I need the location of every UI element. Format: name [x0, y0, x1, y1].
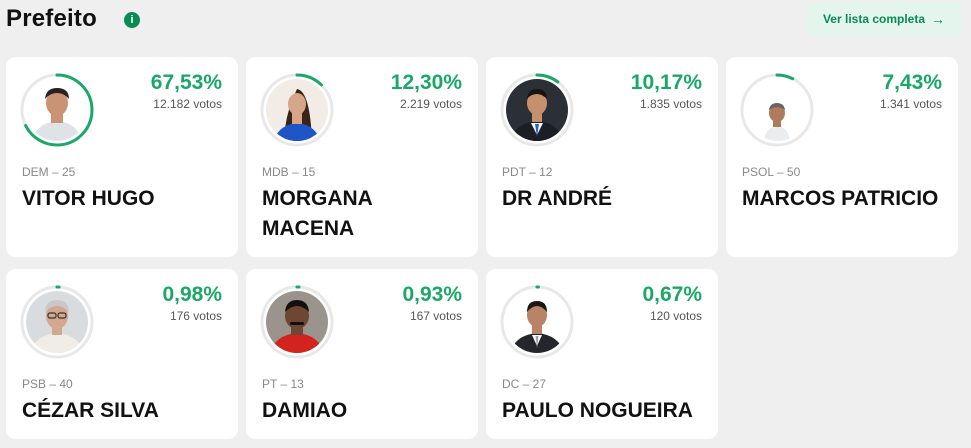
vote-percentage: 12,30%: [390, 71, 462, 94]
candidate-grid: 67,53% 12.182 votos DEM – 25 VITOR HUGO …: [6, 57, 958, 439]
candidate-photo: [506, 79, 568, 141]
candidate-photo: [746, 79, 808, 141]
vote-percentage: 10,17%: [630, 71, 702, 94]
info-icon[interactable]: i: [124, 12, 140, 28]
party-number: MDB – 15: [262, 165, 316, 179]
view-full-list-label: Ver lista completa: [822, 12, 926, 26]
candidate-photo: [506, 291, 568, 353]
vote-share-ring: [19, 72, 95, 148]
candidate-photo: [266, 291, 328, 353]
vote-percentage: 0,93%: [402, 283, 462, 306]
vote-share-ring: [739, 72, 815, 148]
vote-count: 1.341 votos: [879, 97, 942, 111]
candidate-card[interactable]: 10,17% 1.835 votos PDT – 12 DR ANDRÉ: [486, 57, 718, 257]
party-number: PDT – 12: [502, 165, 553, 179]
candidate-card[interactable]: 0,93% 167 votos PT – 13 DAMIAO: [246, 269, 478, 439]
candidate-card[interactable]: 67,53% 12.182 votos DEM – 25 VITOR HUGO: [6, 57, 238, 257]
page-title: Prefeito: [6, 5, 97, 32]
candidate-name: VITOR HUGO: [22, 187, 155, 210]
vote-share-ring: [259, 284, 335, 360]
vote-share-ring: [499, 284, 575, 360]
candidate-card[interactable]: 0,67% 120 votos DC – 27 PAULO NOGUEIRA: [486, 269, 718, 439]
vote-count: 167 votos: [409, 309, 462, 323]
candidate-card[interactable]: 0,98% 176 votos PSB – 40 CÉZAR SILVA: [6, 269, 238, 439]
vote-count: 1.835 votos: [639, 97, 702, 111]
candidate-name: MORGANA MACENA: [262, 187, 373, 240]
vote-percentage: 0,67%: [642, 283, 702, 306]
vote-count: 120 votos: [649, 309, 702, 323]
candidate-card[interactable]: 7,43% 1.341 votos PSOL – 50 MARCOS PATRI…: [726, 57, 958, 257]
vote-count: 12.182 votos: [153, 97, 222, 111]
arrow-right-icon: →: [931, 11, 946, 27]
candidate-card[interactable]: 12,30% 2.219 votos MDB – 15 MORGANA MACE…: [246, 57, 478, 257]
view-full-list-button[interactable]: Ver lista completa →: [807, 2, 961, 36]
party-number: PSB – 40: [22, 377, 73, 391]
header: Prefeito i Ver lista completa →: [6, 2, 961, 42]
candidate-name: DR ANDRÉ: [502, 187, 613, 210]
vote-percentage: 0,98%: [162, 283, 222, 306]
candidate-photo: [26, 291, 88, 353]
vote-share-ring: [259, 72, 335, 148]
party-number: DC – 27: [502, 377, 547, 391]
candidate-photo: [26, 79, 88, 141]
vote-percentage: 67,53%: [150, 71, 222, 94]
party-number: PT – 13: [262, 377, 304, 391]
vote-percentage: 7,43%: [882, 71, 942, 94]
vote-share-ring: [19, 284, 95, 360]
candidate-name: PAULO NOGUEIRA: [502, 399, 693, 422]
candidate-photo: [266, 79, 328, 141]
candidate-name: DAMIAO: [262, 399, 348, 422]
candidate-name: MARCOS PATRICIO: [742, 187, 939, 210]
candidate-name: CÉZAR SILVA: [22, 399, 159, 422]
vote-count: 176 votos: [169, 309, 222, 323]
vote-share-ring: [499, 72, 575, 148]
party-number: PSOL – 50: [742, 165, 801, 179]
party-number: DEM – 25: [22, 165, 76, 179]
vote-count: 2.219 votos: [399, 97, 462, 111]
